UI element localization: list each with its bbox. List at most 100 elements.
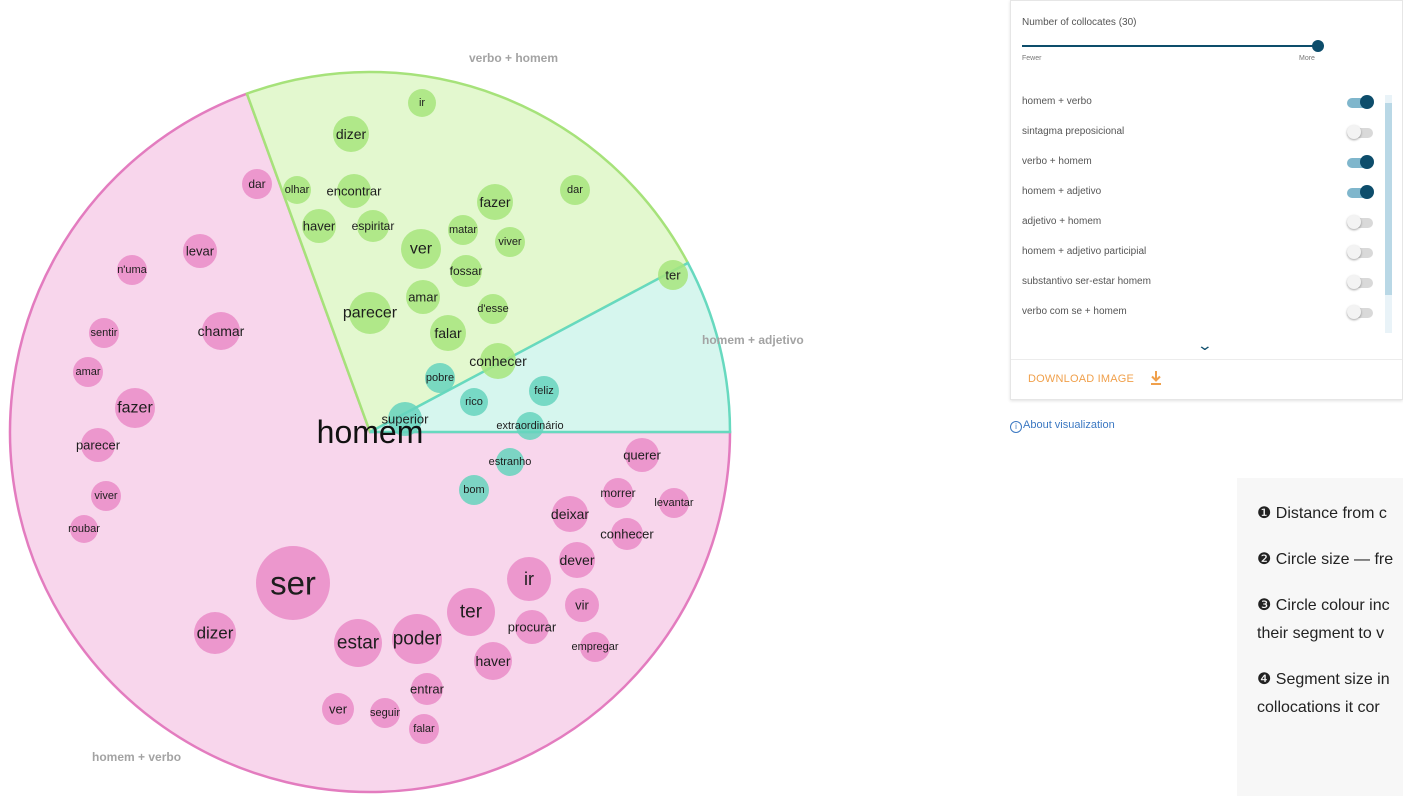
toggle-row: sintagma preposicional: [1011, 118, 1383, 148]
toggle-label: sintagma preposicional: [1022, 126, 1125, 137]
collocate-label: dever: [559, 552, 594, 568]
collocate-label: parecer: [76, 438, 121, 453]
legend-panel: ❶ Distance from c ❷ Circle size — fre ❸ …: [1237, 478, 1403, 796]
collocate-label: rico: [465, 396, 483, 408]
collocate-label: querer: [623, 448, 661, 463]
toggle-switch[interactable]: [1347, 215, 1375, 229]
collocate-label: dar: [248, 177, 265, 191]
toggle-label: verbo com se + homem: [1022, 306, 1127, 317]
collocate-label: conhecer: [600, 527, 654, 542]
collocate-label: deixar: [551, 506, 589, 522]
segment-label: verbo + homem: [469, 51, 558, 65]
collocate-label: estranho: [489, 456, 532, 468]
collocate-label: ver: [329, 702, 348, 717]
collocate-label: n'uma: [117, 264, 147, 276]
legend-item: ❷ Circle size — fre: [1257, 551, 1394, 568]
download-icon[interactable]: [1149, 370, 1163, 386]
collocate-label: levantar: [654, 497, 693, 509]
collocate-label: matar: [449, 224, 477, 236]
collocate-label: conhecer: [469, 353, 527, 369]
toggle-label: homem + verbo: [1022, 96, 1092, 107]
collocate-label: fazer: [117, 400, 153, 417]
legend-item: ❶ Distance from c: [1257, 505, 1387, 522]
slider-title: Number of collocates (30): [1022, 17, 1137, 28]
collocate-label: encontrar: [327, 184, 383, 199]
collocate-label: ser: [270, 565, 316, 602]
collocate-label: morrer: [600, 486, 635, 500]
collocate-label: empregar: [571, 641, 618, 653]
collocate-label: falar: [413, 723, 435, 735]
chevron-down-icon[interactable]: ⌄: [1197, 337, 1213, 354]
toggle-row: verbo com se + homem: [1011, 298, 1383, 328]
collocate-label: levar: [186, 244, 215, 259]
about-visualization-link[interactable]: i About visualization: [1010, 419, 1115, 433]
collocate-label: entrar: [410, 682, 445, 697]
download-image-button[interactable]: DOWNLOAD IMAGE: [1028, 373, 1134, 385]
toggle-list-scrollbar[interactable]: [1385, 95, 1392, 333]
toggle-row: homem + verbo: [1011, 88, 1383, 118]
toggle-switch[interactable]: [1347, 275, 1375, 289]
toggle-switch[interactable]: [1347, 125, 1375, 139]
collocate-label: sentir: [91, 327, 118, 339]
legend-item: collocations it cor: [1257, 699, 1380, 716]
toggle-switch[interactable]: [1347, 155, 1375, 169]
toggle-row: adjetivo + homem: [1011, 208, 1383, 238]
collocate-label: bom: [463, 484, 484, 496]
collocate-label: olhar: [285, 184, 310, 196]
toggle-switch[interactable]: [1347, 245, 1375, 259]
collocate-label: extraordinário: [496, 420, 563, 432]
collocate-label: dar: [567, 184, 583, 196]
collocate-label: parecer: [343, 305, 398, 322]
collocate-label: ir: [419, 97, 425, 109]
toggle-label: substantivo ser-estar homem: [1022, 276, 1151, 287]
toggle-switch[interactable]: [1347, 95, 1375, 109]
collocate-label: ir: [524, 569, 534, 589]
legend-item: their segment to v: [1257, 625, 1385, 642]
segment-label: homem + verbo: [92, 750, 181, 764]
collocate-label: ter: [665, 268, 681, 283]
slider-min-label: Fewer: [1022, 55, 1042, 62]
collocate-label: feliz: [534, 385, 554, 397]
relation-toggle-list: homem + verbo sintagma preposicional ver…: [1011, 88, 1383, 328]
toggle-row: substantivo ser-estar homem: [1011, 268, 1383, 298]
collocation-wheel: homem + verbo verbo + homem homem + adjeti…: [8, 51, 804, 794]
info-icon: i: [1010, 421, 1022, 433]
collocate-label: dizer: [197, 624, 234, 643]
toggle-switch[interactable]: [1347, 185, 1375, 199]
collocates-slider-handle[interactable]: [1312, 40, 1324, 52]
collocate-label: procurar: [508, 620, 557, 635]
collocate-label: pobre: [426, 372, 454, 384]
toggle-label: homem + adjetivo participial: [1022, 246, 1147, 257]
legend-item: ❸ Circle colour inc: [1257, 597, 1390, 614]
toggle-row: homem + adjetivo: [1011, 178, 1383, 208]
toggle-label: adjetivo + homem: [1022, 216, 1102, 227]
center-word: homem: [317, 414, 424, 450]
collocate-label: amar: [408, 290, 438, 305]
collocate-label: amar: [75, 366, 100, 378]
settings-panel: Number of collocates (30) Fewer More hom…: [1010, 0, 1403, 400]
toggle-label: verbo + homem: [1022, 156, 1092, 167]
collocate-label: ver: [410, 241, 433, 258]
collocate-label: poder: [393, 629, 442, 650]
collocate-label: haver: [303, 219, 336, 234]
collocate-label: falar: [434, 325, 462, 341]
toggle-label: homem + adjetivo: [1022, 186, 1102, 197]
toggle-row: homem + adjetivo participial: [1011, 238, 1383, 268]
toggle-switch[interactable]: [1347, 305, 1375, 319]
collocate-label: fossar: [450, 264, 483, 278]
collocate-label: roubar: [68, 523, 100, 535]
panel-divider: [1011, 359, 1402, 360]
segment-label: homem + adjetivo: [702, 333, 804, 347]
legend-item: ❹ Segment size in: [1257, 671, 1390, 688]
collocate-label: estar: [337, 633, 380, 654]
collocate-label: chamar: [198, 323, 245, 339]
collocate-label: ter: [460, 602, 483, 623]
collocate-label: d'esse: [477, 303, 508, 315]
collocate-label: viver: [94, 490, 118, 502]
collocate-label: seguir: [370, 707, 400, 719]
scrollbar-thumb[interactable]: [1385, 103, 1392, 295]
collocate-label: fazer: [479, 194, 510, 210]
collocates-slider-track[interactable]: [1022, 45, 1318, 47]
collocate-label: dizer: [336, 126, 367, 142]
collocate-label: haver: [475, 653, 510, 669]
